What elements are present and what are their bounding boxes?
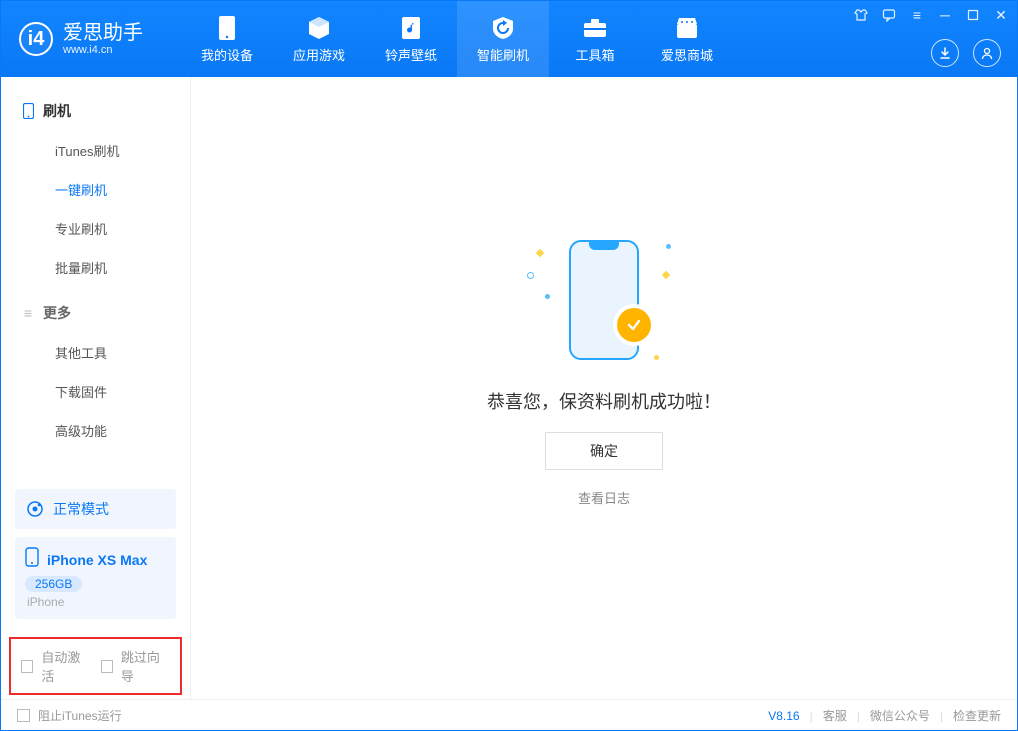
- feedback-icon[interactable]: [881, 7, 897, 23]
- version-label: V8.16: [768, 709, 799, 723]
- app-url: www.i4.cn: [63, 44, 143, 56]
- tab-label: 铃声壁纸: [385, 45, 437, 64]
- tab-smart-flash[interactable]: 智能刷机: [457, 1, 549, 77]
- maximize-button[interactable]: [965, 7, 981, 23]
- device-mode-label: 正常模式: [53, 499, 109, 519]
- sidebar-item-onekey-flash[interactable]: 一键刷机: [1, 170, 190, 209]
- device-icon: [25, 547, 39, 572]
- tab-label: 智能刷机: [477, 45, 529, 64]
- checkbox-icon: [101, 660, 113, 673]
- window-controls: ≡ ─ ✕: [853, 7, 1009, 23]
- download-button[interactable]: [931, 39, 959, 67]
- confirm-button[interactable]: 确定: [545, 432, 663, 470]
- check-update-link[interactable]: 检查更新: [953, 707, 1001, 724]
- sidebar-item-batch-flash[interactable]: 批量刷机: [1, 248, 190, 287]
- cube-icon: [306, 15, 332, 41]
- footer-right: V8.16 | 客服 | 微信公众号 | 检查更新: [768, 707, 1001, 724]
- phone-icon: [569, 240, 639, 360]
- tab-label: 工具箱: [575, 45, 614, 64]
- success-text: 恭喜您，保资料刷机成功啦！: [487, 388, 721, 414]
- spark-icon: [662, 270, 670, 278]
- sidebar-tree: 刷机 iTunes刷机 一键刷机 专业刷机 批量刷机 ≡ 更多 其他工具 下载固…: [1, 77, 190, 481]
- skin-icon[interactable]: [853, 7, 869, 23]
- separator: |: [810, 709, 813, 723]
- sidebar-item-advanced[interactable]: 高级功能: [1, 411, 190, 450]
- close-button[interactable]: ✕: [993, 7, 1009, 23]
- tab-label: 我的设备: [201, 45, 253, 64]
- sidebar-item-download-firmware[interactable]: 下载固件: [1, 372, 190, 411]
- dot-icon: [654, 355, 659, 360]
- checkbox-label: 跳过向导: [121, 647, 170, 685]
- spark-icon: [536, 248, 544, 256]
- device-type-label: iPhone: [25, 595, 166, 609]
- checkbox-icon: [17, 709, 30, 722]
- view-log-link[interactable]: 查看日志: [578, 488, 630, 507]
- sidebar-group-flash[interactable]: 刷机: [1, 91, 190, 131]
- success-block: 恭喜您，保资料刷机成功啦！ 确定 查看日志: [487, 230, 721, 507]
- footer: 阻止iTunes运行 V8.16 | 客服 | 微信公众号 | 检查更新: [1, 699, 1017, 731]
- separator: |: [857, 709, 860, 723]
- minimize-button[interactable]: ─: [937, 7, 953, 23]
- music-file-icon: [398, 15, 424, 41]
- sidebar: 刷机 iTunes刷机 一键刷机 专业刷机 批量刷机 ≡ 更多 其他工具 下载固…: [1, 77, 191, 699]
- checkbox-highlight-row: 自动激活 跳过向导: [9, 637, 182, 695]
- tab-label: 应用游戏: [293, 45, 345, 64]
- success-illustration: [519, 230, 689, 370]
- tab-label: 爱思商城: [661, 45, 713, 64]
- menu-icon[interactable]: ≡: [909, 7, 925, 23]
- sidebar-item-itunes-flash[interactable]: iTunes刷机: [1, 131, 190, 170]
- check-badge-icon: [617, 308, 651, 342]
- sidebar-group-more[interactable]: ≡ 更多: [1, 293, 190, 333]
- tab-store[interactable]: 爱思商城: [641, 1, 733, 77]
- checkbox-label: 阻止iTunes运行: [38, 707, 122, 724]
- device-info-row[interactable]: iPhone XS Max 256GB iPhone: [15, 537, 176, 619]
- body-area: 刷机 iTunes刷机 一键刷机 专业刷机 批量刷机 ≡ 更多 其他工具 下载固…: [1, 77, 1017, 699]
- tab-apps-games[interactable]: 应用游戏: [273, 1, 365, 77]
- support-link[interactable]: 客服: [823, 707, 847, 724]
- phone-icon: [214, 15, 240, 41]
- refresh-shield-icon: [490, 15, 516, 41]
- mode-icon: [25, 499, 45, 519]
- auto-activate-checkbox[interactable]: 自动激活: [21, 647, 91, 685]
- sidebar-group-title: 刷机: [43, 101, 71, 121]
- tab-ringtone-wallpaper[interactable]: 铃声壁纸: [365, 1, 457, 77]
- main-content: 恭喜您，保资料刷机成功啦！ 确定 查看日志: [191, 77, 1017, 699]
- user-button[interactable]: [973, 39, 1001, 67]
- app-name: 爱思助手: [63, 22, 143, 44]
- logo-text: 爱思助手 www.i4.cn: [63, 22, 143, 56]
- ring-icon: [527, 272, 534, 279]
- checkbox-icon: [21, 660, 33, 673]
- device-name-label: iPhone XS Max: [47, 552, 147, 568]
- device-panel: 正常模式 iPhone XS Max 256GB iPhone: [1, 481, 190, 629]
- skip-guide-checkbox[interactable]: 跳过向导: [101, 647, 171, 685]
- logo-block: i4 爱思助手 www.i4.cn: [1, 22, 161, 56]
- tab-my-device[interactable]: 我的设备: [181, 1, 273, 77]
- dot-icon: [666, 244, 671, 249]
- separator: |: [940, 709, 943, 723]
- sidebar-group-title: 更多: [43, 303, 71, 323]
- device-size-badge: 256GB: [25, 576, 82, 592]
- app-header: i4 爱思助手 www.i4.cn 我的设备 应用游戏 铃声壁纸 智能刷机 工具…: [1, 1, 1017, 77]
- dot-icon: [545, 294, 550, 299]
- store-icon: [674, 15, 700, 41]
- device-mode-row[interactable]: 正常模式: [15, 489, 176, 529]
- block-itunes-checkbox[interactable]: 阻止iTunes运行: [17, 707, 122, 724]
- footer-left: 阻止iTunes运行: [17, 707, 122, 724]
- list-icon: ≡: [21, 306, 35, 320]
- briefcase-icon: [582, 15, 608, 41]
- checkbox-label: 自动激活: [41, 647, 90, 685]
- header-right-buttons: [931, 39, 1001, 67]
- logo-icon: i4: [19, 22, 53, 56]
- sidebar-item-pro-flash[interactable]: 专业刷机: [1, 209, 190, 248]
- nav-tabs: 我的设备 应用游戏 铃声壁纸 智能刷机 工具箱 爱思商城: [181, 1, 733, 77]
- phone-small-icon: [21, 104, 35, 118]
- tab-toolbox[interactable]: 工具箱: [549, 1, 641, 77]
- sidebar-item-other-tools[interactable]: 其他工具: [1, 333, 190, 372]
- wechat-link[interactable]: 微信公众号: [870, 707, 930, 724]
